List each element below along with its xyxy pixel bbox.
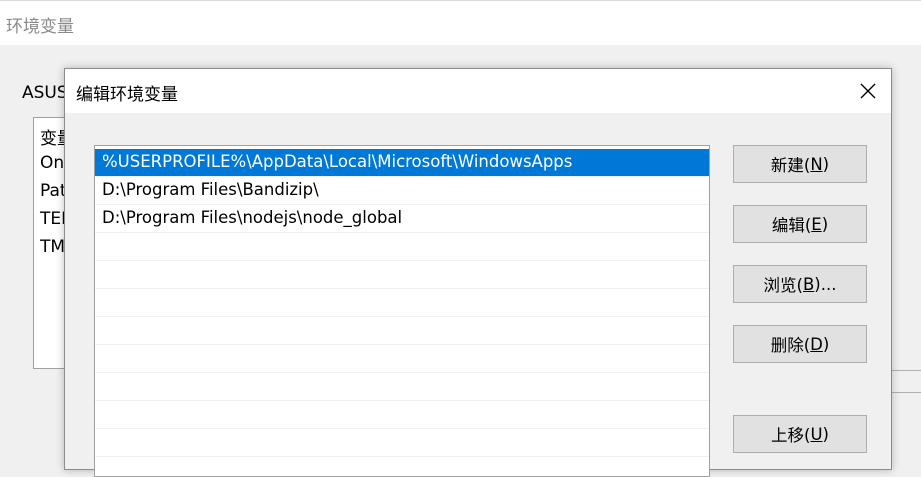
button-accesskey: U — [810, 424, 823, 444]
empty-path-row[interactable] — [95, 345, 709, 373]
button-label-suffix: ) — [822, 154, 830, 174]
button-label-suffix: ) — [822, 424, 829, 444]
button-accesskey: E — [811, 214, 822, 234]
path-row[interactable]: D:\Program Files\nodejs\node_global — [95, 205, 709, 233]
dialog-titlebar[interactable]: 编辑环境变量 — [65, 69, 891, 113]
new-button[interactable]: 新建(N) — [733, 145, 867, 183]
empty-path-row[interactable] — [95, 373, 709, 401]
close-icon — [860, 83, 876, 99]
button-label: 编辑( — [771, 216, 812, 235]
empty-path-row[interactable] — [95, 233, 709, 261]
path-row[interactable]: %USERPROFILE%\AppData\Local\Microsoft\Wi… — [95, 149, 709, 177]
empty-path-row[interactable] — [95, 317, 709, 345]
background-divider — [889, 370, 921, 371]
background-button-edge — [889, 392, 921, 431]
list-item[interactable]: On — [40, 153, 64, 173]
background-window-title: 环境变量 — [6, 17, 74, 37]
path-list[interactable]: %USERPROFILE%\AppData\Local\Microsoft\Wi… — [94, 145, 710, 477]
button-label-suffix: )... — [814, 274, 837, 294]
edit-environment-variable-dialog: 编辑环境变量 %USERPROFILE%\AppData\Local\Micro… — [64, 68, 892, 477]
delete-button[interactable]: 删除(D) — [733, 325, 867, 363]
background-window-titlebar: 环境变量 — [0, 0, 921, 45]
empty-path-row[interactable] — [95, 289, 709, 317]
empty-path-row[interactable] — [95, 401, 709, 429]
button-label: 删除( — [770, 336, 811, 355]
button-label: 新建( — [770, 156, 811, 175]
edit-button[interactable]: 编辑(E) — [733, 205, 867, 243]
button-label-suffix: ) — [822, 334, 830, 354]
close-button[interactable] — [845, 69, 891, 113]
button-label: 浏览( — [763, 276, 803, 295]
button-label-suffix: ) — [821, 214, 829, 234]
path-text: D:\Program Files\nodejs\node_global — [102, 208, 403, 227]
list-item[interactable]: TM — [40, 237, 65, 257]
list-item[interactable]: TEI — [40, 209, 66, 229]
list-item[interactable]: Pat — [40, 181, 67, 201]
path-text: %USERPROFILE%\AppData\Local\Microsoft\Wi… — [102, 152, 573, 171]
button-accesskey: D — [810, 334, 823, 354]
empty-path-row[interactable] — [95, 429, 709, 457]
dialog-title: 编辑环境变量 — [76, 85, 178, 105]
path-text: D:\Program Files\Bandizip\ — [102, 180, 319, 199]
button-accesskey: B — [802, 274, 815, 294]
browse-button[interactable]: 浏览(B)... — [733, 265, 867, 303]
button-accesskey: N — [810, 154, 823, 174]
move-up-button[interactable]: 上移(U) — [733, 415, 867, 453]
path-row[interactable]: D:\Program Files\Bandizip\ — [95, 177, 709, 205]
button-label: 上移( — [771, 426, 811, 445]
user-variables-label: ASUS — [22, 83, 68, 103]
empty-path-row[interactable] — [95, 261, 709, 289]
